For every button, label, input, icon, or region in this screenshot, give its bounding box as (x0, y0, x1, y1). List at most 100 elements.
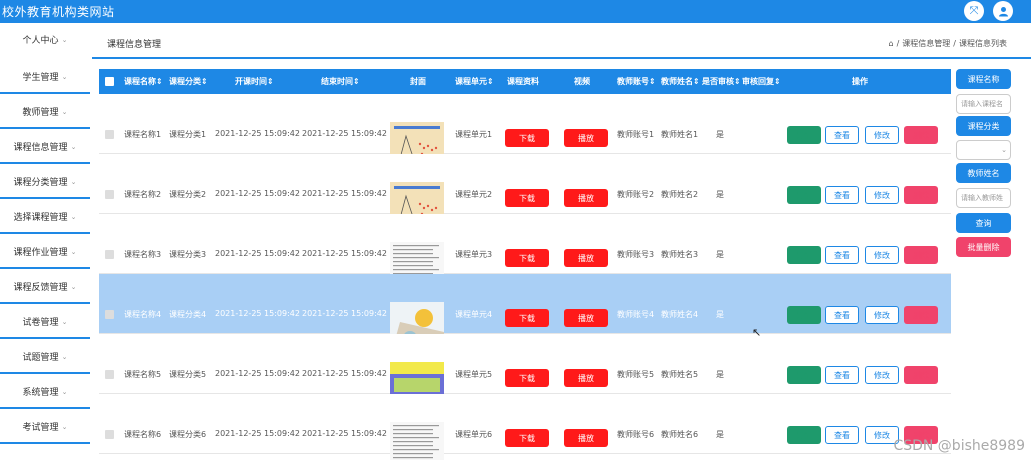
cell-end-time: 2021-12-25 15:09:42 (302, 249, 387, 258)
delete-button[interactable]: 删除 (904, 246, 938, 264)
fullscreen-icon[interactable]: ⤧ (964, 1, 984, 21)
cell-start-time: 2021-12-25 15:09:42 (215, 129, 300, 138)
sidebar-item-course-info[interactable]: 课程信息管理 ⌄ (0, 131, 90, 164)
home-icon[interactable]: ⌂ (889, 39, 894, 48)
download-button[interactable]: 下载 (505, 189, 549, 207)
column-header[interactable]: 开课时间 (235, 77, 267, 86)
delete-button[interactable]: 删除 (904, 366, 938, 384)
edit-button[interactable]: 修改 (865, 126, 899, 144)
row-checkbox[interactable] (105, 370, 114, 379)
sidebar-item-label: 个人中心 (22, 36, 59, 46)
table-row[interactable]: 课程名称4 课程分类4 2021-12-25 15:09:42 2021-12-25 … (99, 274, 951, 358)
detail-button[interactable]: 详情 (787, 366, 821, 384)
table-row[interactable]: 课程名称1 课程分类1 2021-12-25 15:09:42 2021-12-25 … (99, 94, 951, 178)
delete-button[interactable]: 删除 (904, 186, 938, 204)
download-button[interactable]: 下载 (505, 309, 549, 327)
sidebar-item-label: 考试管理 (22, 423, 59, 433)
play-video-button[interactable]: 播放 (564, 189, 608, 207)
cell-course-name: 课程名称3 (124, 250, 162, 259)
detail-button[interactable]: 详情 (787, 306, 821, 324)
view-button[interactable]: 查看 (825, 186, 859, 204)
play-video-button[interactable]: 播放 (564, 249, 608, 267)
sidebar-item-system[interactable]: 系统管理 ⌄ (0, 376, 90, 409)
sidebar-item-profile[interactable]: 个人中心 ⌄ (0, 23, 90, 56)
sidebar-item-feedback[interactable]: 课程反馈管理 ⌄ (0, 271, 90, 304)
download-button[interactable]: 下载 (505, 249, 549, 267)
sidebar-item-papers[interactable]: 试卷管理 ⌄ (0, 306, 90, 339)
breadcrumb-item[interactable]: 课程信息管理 (902, 38, 950, 49)
sidebar-item-label: 选择课程管理 (13, 213, 68, 223)
play-video-button[interactable]: 播放 (564, 129, 608, 147)
column-header[interactable]: 审核回复 (742, 77, 774, 86)
sidebar-item-students[interactable]: 学生管理 ⌄ (0, 61, 90, 94)
course-name-label: 课程名称 (956, 69, 1011, 89)
detail-button[interactable]: 详情 (787, 126, 821, 144)
table-row[interactable]: 课程名称3 课程分类3 2021-12-25 15:09:42 2021-12-25 … (99, 214, 951, 298)
select-all-checkbox[interactable] (105, 77, 114, 86)
cell-teacher-name: 教师姓名3 (661, 250, 699, 259)
sidebar-item-teachers[interactable]: 教师管理 ⌄ (0, 96, 90, 129)
download-button[interactable]: 下载 (505, 129, 549, 147)
detail-button[interactable]: 详情 (787, 246, 821, 264)
play-video-button[interactable]: 播放 (564, 429, 608, 447)
edit-button[interactable]: 修改 (865, 246, 899, 264)
mouse-cursor-icon: ↖ (752, 326, 762, 339)
view-button[interactable]: 查看 (825, 306, 859, 324)
row-checkbox[interactable] (105, 310, 114, 319)
chevron-down-icon: ⌄ (61, 107, 68, 116)
cell-teacher-name: 教师姓名2 (661, 190, 699, 199)
view-button[interactable]: 查看 (825, 426, 859, 444)
content-header: 课程信息管理 ⌂ / 课程信息管理 / 课程信息列表 (92, 23, 1031, 59)
detail-button[interactable]: 详情 (787, 426, 821, 444)
table-row[interactable]: 课程名称6 课程分类6 2021-12-25 15:09:42 2021-12-25 … (99, 394, 951, 460)
edit-button[interactable]: 修改 (865, 366, 899, 384)
column-header[interactable]: 结束时间 (321, 77, 353, 86)
row-checkbox[interactable] (105, 430, 114, 439)
detail-button[interactable]: 详情 (787, 186, 821, 204)
row-checkbox[interactable] (105, 190, 114, 199)
course-name-input[interactable]: 请输入课程名 (956, 94, 1011, 114)
column-header[interactable]: 教师账号 (617, 77, 649, 86)
cell-end-time: 2021-12-25 15:09:42 (302, 189, 387, 198)
view-button[interactable]: 查看 (825, 126, 859, 144)
play-video-button[interactable]: 播放 (564, 369, 608, 387)
play-video-button[interactable]: 播放 (564, 309, 608, 327)
edit-button[interactable]: 修改 (865, 306, 899, 324)
column-header[interactable]: 是否审核 (702, 77, 734, 86)
cell-unit: 课程单元3 (455, 250, 493, 259)
download-button[interactable]: 下载 (505, 429, 549, 447)
delete-button[interactable]: 删除 (904, 306, 938, 324)
category-label: 课程分类 (956, 116, 1011, 136)
column-header[interactable]: 课程单元 (455, 77, 487, 86)
delete-button[interactable]: 删除 (904, 126, 938, 144)
column-header[interactable]: 课程名称 (124, 77, 156, 86)
cell-unit: 课程单元2 (455, 190, 493, 199)
row-checkbox[interactable] (105, 250, 114, 259)
sidebar-item-course-category[interactable]: 课程分类管理 ⌄ (0, 166, 90, 199)
view-button[interactable]: 查看 (825, 366, 859, 384)
sidebar-item-label: 试题管理 (22, 353, 59, 363)
download-button[interactable]: 下载 (505, 369, 549, 387)
sidebar-item-course-selection[interactable]: 选择课程管理 ⌄ (0, 201, 90, 234)
teacher-name-input[interactable]: 请输入教师姓 (956, 188, 1011, 208)
query-button[interactable]: 查询 (956, 213, 1011, 233)
cell-teacher-account: 教师账号5 (617, 370, 655, 379)
batch-delete-button[interactable]: 批量删除 (956, 237, 1011, 257)
sidebar-item-questions[interactable]: 试题管理 ⌄ (0, 341, 90, 374)
column-header[interactable]: 教师姓名 (661, 77, 693, 86)
cell-course-name: 课程名称5 (124, 370, 162, 379)
row-checkbox[interactable] (105, 130, 114, 139)
column-header[interactable]: 课程分类 (169, 77, 201, 86)
sidebar-item-label: 试卷管理 (22, 318, 59, 328)
table-row[interactable]: 课程名称2 课程分类2 2021-12-25 15:09:42 2021-12-25 … (99, 154, 951, 238)
category-select[interactable]: ⌄ (956, 140, 1011, 160)
cell-start-time: 2021-12-25 15:09:42 (215, 249, 300, 258)
user-icon[interactable] (993, 1, 1013, 21)
cell-category: 课程分类1 (169, 130, 207, 139)
cell-end-time: 2021-12-25 15:09:42 (302, 129, 387, 138)
edit-button[interactable]: 修改 (865, 186, 899, 204)
view-button[interactable]: 查看 (825, 246, 859, 264)
table-row[interactable]: 课程名称5 课程分类5 2021-12-25 15:09:42 2021-12-25 … (99, 334, 951, 418)
sidebar-item-exams[interactable]: 考试管理 ⌄ (0, 411, 90, 444)
sidebar-item-homework[interactable]: 课程作业管理 ⌄ (0, 236, 90, 269)
